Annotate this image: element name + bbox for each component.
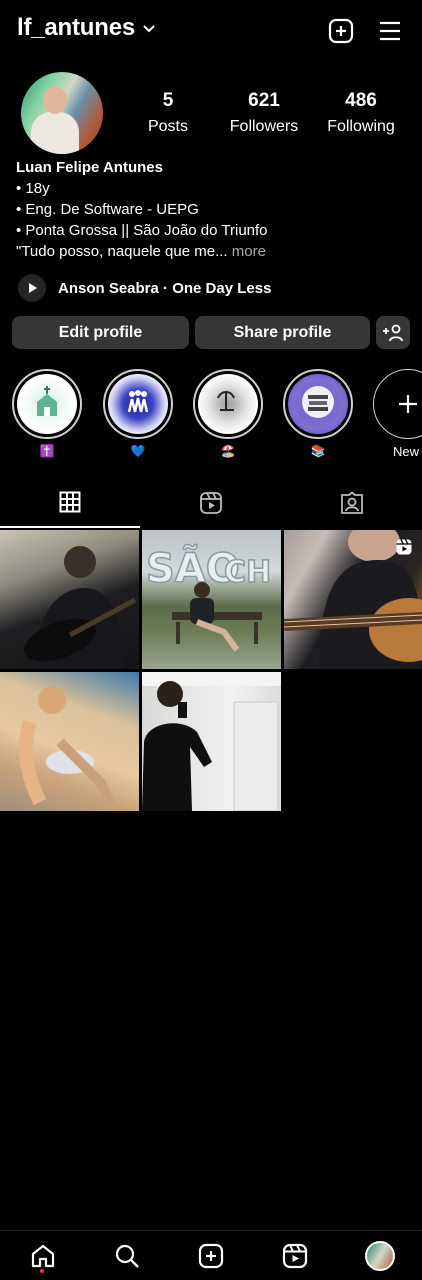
home-icon[interactable] xyxy=(30,1243,56,1269)
highlight-item[interactable]: 📚 xyxy=(283,369,353,460)
highlight-label: 🏖️ xyxy=(220,444,236,458)
plus-icon xyxy=(399,395,417,413)
add-square-icon[interactable] xyxy=(328,18,354,44)
bio-line: • Ponta Grossa || São João do Triunfo xyxy=(16,222,268,239)
profile-avatar[interactable] xyxy=(365,1241,395,1271)
edit-profile-button[interactable]: Edit profile xyxy=(12,316,189,349)
reels-icon xyxy=(200,492,222,514)
bio: Luan Felipe Antunes • 18y • Eng. De Soft… xyxy=(16,157,406,262)
bio-truncated-line: "Tudo posso, naquele que me... more xyxy=(16,241,406,262)
highlight-label: 📚 xyxy=(310,444,326,458)
search-icon[interactable] xyxy=(114,1243,140,1269)
share-profile-button[interactable]: Share profile xyxy=(195,316,370,349)
highlight-item[interactable]: 🏖️ xyxy=(193,369,263,460)
bio-truncated-text: "Tudo posso, naquele que me... xyxy=(16,243,228,260)
following-label: Following xyxy=(327,118,395,135)
beach-icon xyxy=(198,374,258,434)
family-icon xyxy=(108,374,168,434)
profile-avatar[interactable] xyxy=(21,72,103,154)
grid-icon xyxy=(59,491,81,513)
display-name: Luan Felipe Antunes xyxy=(16,159,163,176)
post-thumbnail[interactable] xyxy=(0,530,139,669)
tagged-icon xyxy=(341,491,363,514)
tab-reels[interactable] xyxy=(141,478,281,528)
reel-badge-icon xyxy=(396,539,412,555)
bio-line: • 18y xyxy=(16,180,50,197)
new-highlight-button[interactable]: New xyxy=(373,369,422,460)
followers-count: 621 xyxy=(248,90,280,111)
music-title: Anson Seabra · One Day Less xyxy=(58,279,272,297)
following-count: 486 xyxy=(345,90,377,111)
posts-stat[interactable]: 5 Posts xyxy=(140,90,196,136)
chevron-down-icon xyxy=(143,25,155,33)
followers-label: Followers xyxy=(229,118,299,135)
highlight-item[interactable]: ✝️ xyxy=(12,369,82,460)
menu-icon[interactable] xyxy=(377,18,403,44)
posts-label: Posts xyxy=(147,118,188,135)
account-switcher[interactable]: lf_antunes xyxy=(17,14,155,42)
bio-more-link[interactable]: more xyxy=(228,243,266,260)
bio-line: • Eng. De Software - UEPG xyxy=(16,201,199,218)
reels-icon[interactable] xyxy=(282,1243,308,1269)
svg-text:CH: CH xyxy=(224,555,271,590)
tab-posts-grid[interactable] xyxy=(0,478,140,528)
new-highlight-label: New xyxy=(393,444,420,459)
discover-people-button[interactable] xyxy=(376,316,410,349)
highlight-item[interactable]: 💙 xyxy=(103,369,173,460)
post-thumbnail[interactable]: SÃO CH xyxy=(142,530,281,669)
profile-music[interactable]: Anson Seabra · One Day Less xyxy=(18,274,271,302)
add-person-icon xyxy=(383,324,403,341)
church-icon xyxy=(17,374,77,434)
post-thumbnail[interactable] xyxy=(0,672,139,811)
profile-tabs xyxy=(0,478,422,528)
bottom-navigation xyxy=(0,1230,422,1280)
tab-tagged[interactable] xyxy=(282,478,422,528)
followers-stat[interactable]: 621 Followers xyxy=(226,90,302,136)
notification-dot xyxy=(40,1269,44,1273)
post-thumbnail[interactable] xyxy=(284,530,422,669)
highlight-label: ✝️ xyxy=(39,444,55,458)
post-thumbnail[interactable] xyxy=(142,672,281,811)
play-icon[interactable] xyxy=(18,274,46,302)
highlight-label: 💙 xyxy=(130,444,146,458)
following-stat[interactable]: 486 Following xyxy=(322,90,400,136)
top-bar: lf_antunes xyxy=(0,0,422,60)
username: lf_antunes xyxy=(17,14,136,41)
create-icon[interactable] xyxy=(198,1243,224,1269)
books-icon xyxy=(288,374,348,434)
posts-count: 5 xyxy=(162,90,174,111)
